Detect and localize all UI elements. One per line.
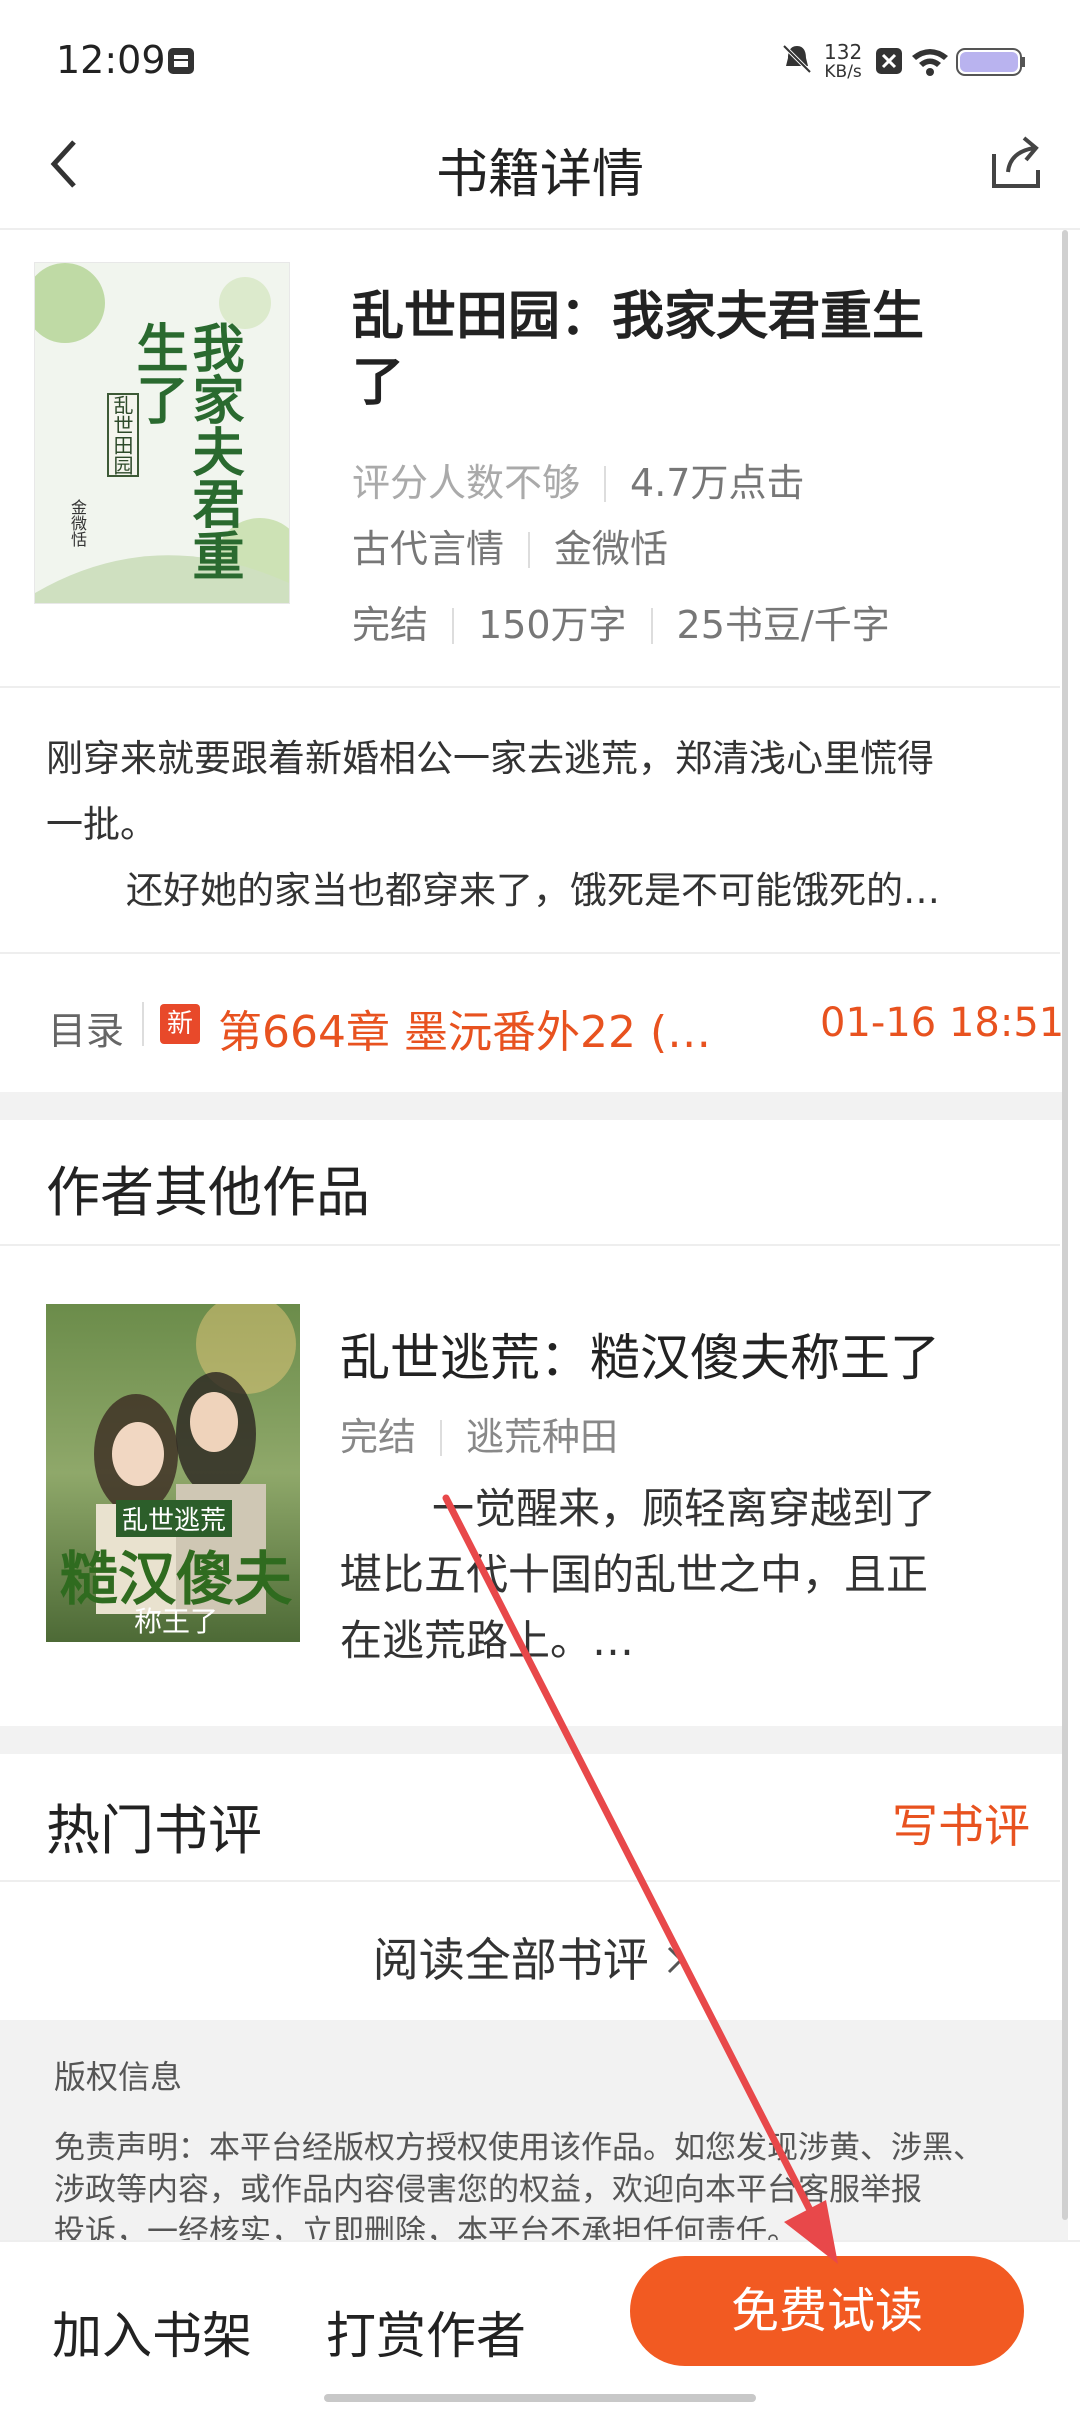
other-work-desc-2: 堪比五代十国的乱世之中，且正 xyxy=(340,1550,929,1599)
reviews-heading: 热门书评 xyxy=(46,1799,262,1862)
latest-chapter[interactable]: 第664章 墨沅番外22 (… xyxy=(218,996,711,1060)
book-status: 完结 xyxy=(352,603,429,647)
toc-separator xyxy=(142,1002,144,1046)
book-stats: 评分人数不够 4.7万点击 xyxy=(352,452,804,507)
book-cover[interactable]: 我家夫君重生了 乱世田园 金微恬 xyxy=(34,262,290,604)
other-work-title[interactable]: 乱世逃荒：糙汉傻夫称王了 xyxy=(340,1318,940,1390)
description-line-1: 刚穿来就要跟着新婚相公一家去逃荒，郑清浅心里慌得 xyxy=(46,737,934,780)
read-all-label: 阅读全部书评 xyxy=(372,1933,649,1987)
price: 25书豆/千字 xyxy=(676,603,890,647)
section-gap xyxy=(0,1092,1068,1120)
description-line-3[interactable]: 还好她的家当也都穿来了，饿死是不可能饿死的… xyxy=(126,858,940,924)
other-work-cover[interactable]: 乱世逃荒 糙汉傻夫 称王了 xyxy=(46,1304,300,1642)
rating-text: 评分人数不够 xyxy=(352,461,581,505)
divider xyxy=(0,686,1060,688)
genre-link[interactable]: 古代言情 xyxy=(352,527,504,571)
read-all-reviews-link[interactable]: 阅读全部书评 xyxy=(0,1924,1060,1991)
cover-series: 乱世田园 xyxy=(107,393,139,477)
author-link[interactable]: 金微恬 xyxy=(554,527,668,571)
new-badge: 新 xyxy=(160,1004,200,1044)
close-box-icon xyxy=(876,48,902,78)
divider xyxy=(0,952,1060,954)
status-bar: 12:09 132 KB/s xyxy=(0,0,1080,120)
other-work-status: 完结 xyxy=(340,1415,417,1459)
battery-icon xyxy=(956,48,1026,80)
book-category: 古代言情 金微恬 xyxy=(352,518,668,573)
scrollbar[interactable] xyxy=(1062,230,1068,2220)
latest-chapter-time: 01-16 18:51 xyxy=(820,1000,1065,1046)
home-indicator[interactable] xyxy=(324,2394,756,2402)
book-info: 完结 150万字 25书豆/千字 xyxy=(352,594,890,649)
toc-label: 目录 xyxy=(48,1009,125,1053)
status-time: 12:09 xyxy=(56,38,166,82)
word-count: 150万字 xyxy=(478,603,627,647)
wifi-icon xyxy=(910,46,950,80)
other-work-meta: 完结 逃荒种田 xyxy=(340,1406,618,1461)
mute-icon xyxy=(780,42,814,80)
add-to-shelf-button[interactable]: 加入书架 xyxy=(52,2296,252,2368)
other-work-desc-1: 一觉醒来，顾轻离穿越到了 xyxy=(432,1484,937,1533)
page-title: 书籍详情 xyxy=(435,145,644,205)
other-cover-sub: 称王了 xyxy=(134,1605,219,1638)
notification-icon xyxy=(166,46,196,80)
share-icon[interactable] xyxy=(988,132,1044,196)
cover-author: 金微恬 xyxy=(68,499,87,547)
other-works-heading: 作者其他作品 xyxy=(46,1161,370,1224)
net-speed: 132 KB/s xyxy=(824,40,863,82)
divider xyxy=(0,1880,1060,1882)
divider xyxy=(0,1244,1060,1246)
section-gap xyxy=(0,1726,1068,1754)
copyright-title: 版权信息 xyxy=(54,2058,183,2096)
other-work-tag: 逃荒种田 xyxy=(466,1415,619,1459)
other-work-desc-3: 在逃荒路上。… xyxy=(340,1616,635,1665)
tip-author-button[interactable]: 打赏作者 xyxy=(326,2296,526,2368)
chevron-right-icon xyxy=(663,1937,687,1991)
book-title: 乱世田园：我家夫君重生 了 xyxy=(352,287,925,413)
description-line-2: 一批。 xyxy=(46,803,157,846)
write-review-button[interactable]: 写书评 xyxy=(892,1790,1030,1856)
free-read-button[interactable]: 免费试读 xyxy=(630,2256,1024,2366)
disclaimer-line-2: 涉政等内容，或作品内容侵害您的权益，欢迎向本平台客服举报 xyxy=(54,2172,922,2208)
click-count: 4.7万点击 xyxy=(630,461,805,505)
disclaimer-line-1: 免责声明：本平台经版权方授权使用该作品。如您发现涉黄、涉黑、 xyxy=(54,2130,984,2166)
